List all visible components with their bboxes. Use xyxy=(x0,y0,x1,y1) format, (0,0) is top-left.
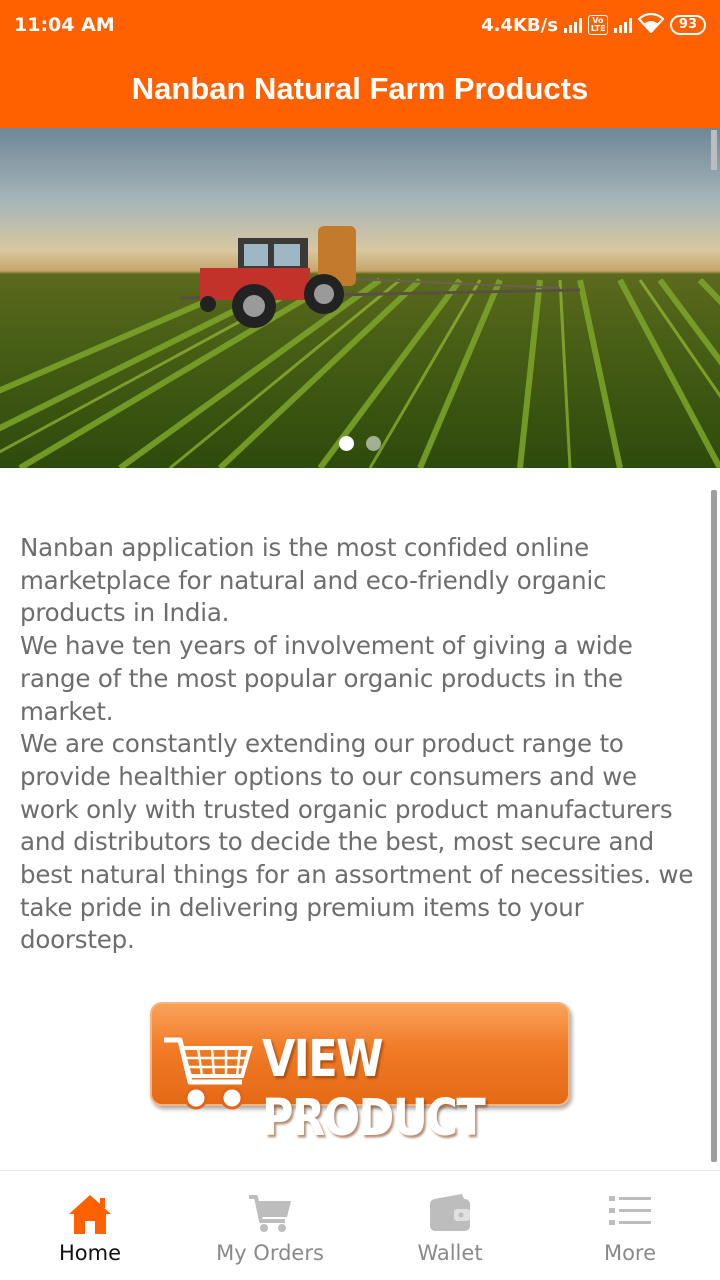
cart-icon xyxy=(247,1193,293,1238)
description-paragraph: Nanban application is the most confided … xyxy=(20,533,607,628)
carousel-indicator xyxy=(0,436,720,451)
view-product-label: VIEW PRODUCT xyxy=(262,1030,486,1148)
signal-icon xyxy=(613,17,632,33)
description-paragraph: We are constantly extending our product … xyxy=(20,729,694,955)
about-description: Nanban application is the most confided … xyxy=(20,532,700,957)
status-indicators: 4.4KB/s Vo LTE 93 xyxy=(481,12,706,38)
nav-item-wallet[interactable]: Wallet xyxy=(360,1171,540,1280)
list-icon xyxy=(609,1193,651,1234)
wifi-icon xyxy=(637,12,665,38)
banner-carousel[interactable] xyxy=(0,128,720,468)
network-speed: 4.4KB/s xyxy=(481,14,558,36)
volte-icon: Vo LTE xyxy=(587,15,608,35)
nav-item-more[interactable]: More xyxy=(540,1171,720,1280)
nav-label-wallet: Wallet xyxy=(417,1241,483,1265)
nav-item-my-orders[interactable]: My Orders xyxy=(180,1171,360,1280)
bottom-navigation: Home My Orders Wallet More xyxy=(0,1170,720,1280)
nav-item-home[interactable]: Home xyxy=(0,1171,180,1280)
carousel-dot[interactable] xyxy=(339,436,354,451)
home-icon xyxy=(67,1193,113,1240)
description-paragraph: We have ten years of involvement of givi… xyxy=(20,631,633,726)
wallet-icon xyxy=(428,1193,472,1238)
nav-label-more: More xyxy=(603,1241,657,1265)
carousel-dot[interactable] xyxy=(366,436,381,451)
signal-icon xyxy=(563,17,582,33)
shopping-cart-icon xyxy=(160,1026,256,1121)
app-title: Nanban Natural Farm Products xyxy=(131,71,589,106)
nav-label-home: Home xyxy=(58,1241,121,1265)
tractor-field-image xyxy=(0,226,720,468)
battery-icon: 93 xyxy=(669,15,706,35)
scrollbar-track xyxy=(711,130,717,170)
app-bar: Nanban Natural Farm Products xyxy=(0,50,720,128)
status-bar: 11:04 AM 4.4KB/s Vo LTE 93 xyxy=(0,0,720,50)
view-product-button[interactable]: VIEW PRODUCT xyxy=(150,1002,570,1148)
status-time: 11:04 AM xyxy=(14,14,115,36)
scrollbar[interactable] xyxy=(711,490,717,1162)
nav-label-my-orders: My Orders xyxy=(216,1241,324,1265)
